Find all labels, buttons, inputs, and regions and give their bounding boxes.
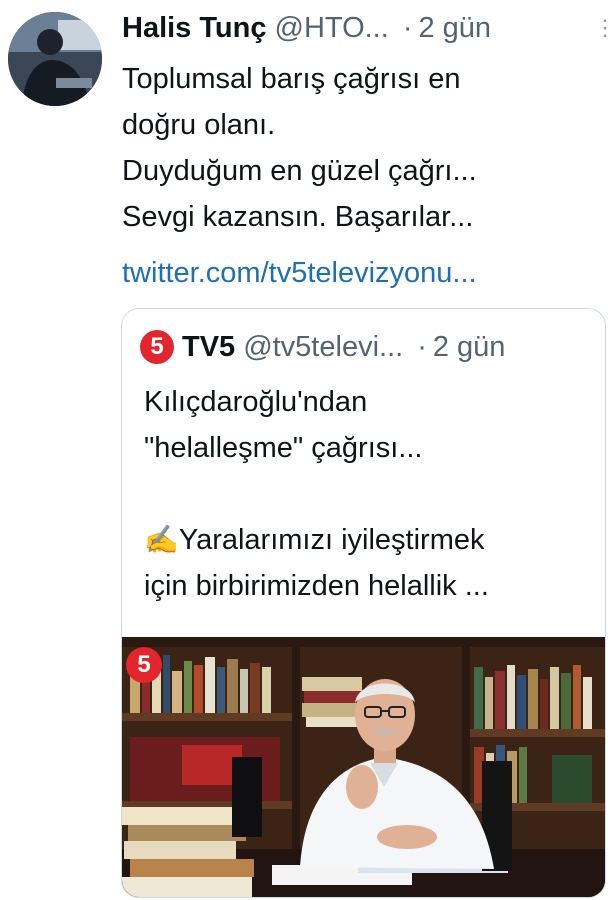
quoted-timestamp[interactable]: 2 gün xyxy=(433,331,506,364)
quoted-text-fragment: Yaralarımızı iyileştirmek xyxy=(178,524,485,556)
tweet-text-line: doğru olanı. xyxy=(122,109,276,141)
quoted-tweet[interactable]: 5 TV5 @tv5televi... · 2 gün Kılıçdaroğlu… xyxy=(121,308,606,898)
quoted-author-handle[interactable]: @tv5televi... xyxy=(243,331,403,364)
quoted-tweet-header: 5 TV5 @tv5televi... · 2 gün xyxy=(140,325,600,369)
quoted-media-image[interactable]: 5 xyxy=(122,637,605,897)
author-name[interactable]: Halis Tunç xyxy=(122,12,267,45)
tweet-link[interactable]: twitter.com/tv5televizyonu... xyxy=(122,250,477,296)
separator-dot: · xyxy=(417,330,427,363)
quoted-text-line: "helalleşme" çağrısı... xyxy=(144,432,423,464)
tweet[interactable]: Halis Tunç @HTO... · 2 gün ⋮ Toplumsal b… xyxy=(0,0,614,900)
writing-hand-icon: ✍️ xyxy=(144,524,179,555)
tweet-text-line: Sevgi kazansın. Başarılar... xyxy=(122,201,474,233)
tweet-timestamp[interactable]: 2 gün xyxy=(418,12,491,45)
quoted-text-line: için birbirimizden helallik ... xyxy=(144,570,489,602)
tv5-watermark-icon: 5 xyxy=(126,647,162,683)
quoted-author-name[interactable]: TV5 xyxy=(182,331,235,364)
quoted-text-line: Kılıçdaroğlu'ndan xyxy=(144,386,368,418)
quoted-text-line xyxy=(144,471,594,517)
more-options-icon[interactable]: ⋮ xyxy=(594,17,614,39)
avatar[interactable] xyxy=(8,12,102,106)
tweet-text: Toplumsal barış çağrısı en doğru olanı. … xyxy=(122,56,602,240)
quoted-tweet-text: Kılıçdaroğlu'ndan "helalleşme" çağrısı..… xyxy=(144,379,594,609)
tv5-logo-icon[interactable]: 5 xyxy=(140,330,174,364)
tweet-text-line: Duyduğum en güzel çağrı... xyxy=(122,155,477,187)
author-handle[interactable]: @HTO... xyxy=(275,12,389,45)
separator-dot: · xyxy=(402,11,413,44)
quoted-text-line-emoji: ✍️Yaralarımızı iyileştirmek xyxy=(144,517,594,563)
tweet-header: Halis Tunç @HTO... · 2 gün ⋮ xyxy=(122,8,614,48)
tweet-text-line: Toplumsal barış çağrısı en xyxy=(122,63,461,95)
